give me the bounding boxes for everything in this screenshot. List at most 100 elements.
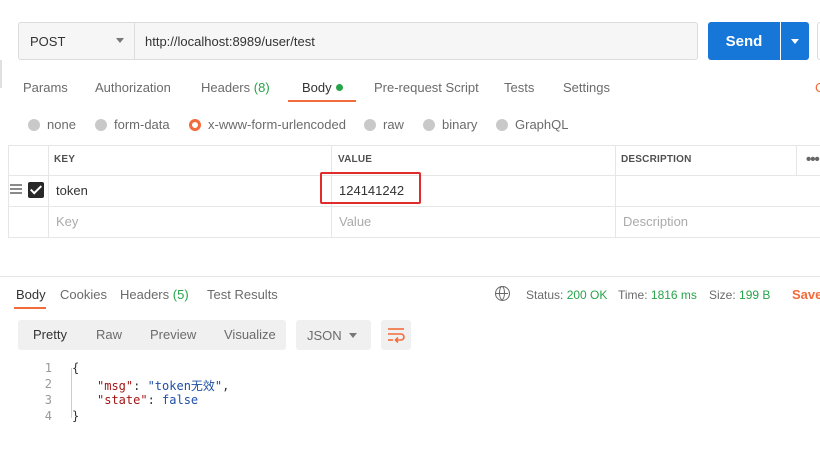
size-value: 199 B: [739, 288, 771, 302]
tab-params[interactable]: Params: [23, 80, 68, 95]
code-close-brace: }: [72, 409, 80, 423]
description-placeholder[interactable]: Description: [623, 214, 688, 229]
view-preview-button[interactable]: Preview: [150, 327, 196, 342]
key-placeholder[interactable]: Key: [56, 214, 78, 229]
value-placeholder[interactable]: Value: [339, 214, 371, 229]
radio-circle-icon: [423, 118, 435, 131]
table-border: [615, 145, 616, 237]
tab-headers[interactable]: Headers (8): [201, 80, 270, 95]
chevron-down-icon: [791, 39, 799, 44]
size-label: Size:: [709, 288, 736, 302]
radio-urlencoded[interactable]: x-www-form-urlencoded: [189, 117, 346, 132]
radio-circle-icon: [496, 118, 508, 131]
divider: [0, 60, 2, 88]
json-key: "msg": [97, 379, 134, 393]
time-readout: Time: 1816 ms: [618, 288, 697, 302]
send-options-button[interactable]: [781, 22, 809, 60]
radio-label: raw: [383, 117, 404, 132]
tab-label: Test Results: [207, 287, 278, 302]
radio-binary[interactable]: binary: [423, 117, 477, 132]
send-button[interactable]: Send: [708, 22, 780, 60]
radio-circle-icon: [364, 118, 376, 131]
more-options-icon[interactable]: •••: [806, 151, 820, 168]
time-value: 1816 ms: [650, 288, 697, 302]
line-number: 4: [44, 409, 52, 423]
checkbox-checked-icon[interactable]: [28, 182, 44, 198]
chevron-down-icon: [116, 38, 124, 43]
save-response-button[interactable]: Save: [792, 287, 820, 302]
time-label: Time:: [618, 288, 648, 302]
active-tab-indicator: [288, 100, 356, 102]
row-key-cell[interactable]: token: [56, 183, 88, 198]
view-raw-button[interactable]: Raw: [96, 327, 122, 342]
method-select[interactable]: POST: [18, 22, 134, 60]
radio-raw[interactable]: raw: [364, 117, 404, 132]
column-header-key: KEY: [54, 154, 76, 165]
radio-circle-icon: [28, 118, 40, 131]
table-border: [8, 145, 820, 146]
tab-body[interactable]: Body: [302, 80, 343, 95]
response-tab-headers[interactable]: Headers (5): [120, 287, 189, 302]
code-line-state: "state": false: [97, 393, 199, 407]
radio-label: GraphQL: [515, 117, 569, 132]
tab-label: Body: [16, 287, 46, 302]
size-readout: Size: 199 B: [709, 288, 770, 302]
method-label: POST: [30, 33, 66, 49]
wrap-lines-icon: [388, 328, 405, 343]
column-header-value: VALUE: [338, 154, 373, 165]
send-label: Send: [725, 32, 763, 50]
tab-label: Authorization: [95, 80, 171, 95]
tab-label: Body: [302, 80, 332, 95]
line-number: 2: [44, 377, 52, 391]
url-value: http://localhost:8989/user/test: [145, 33, 315, 49]
tab-label: Headers: [201, 80, 251, 95]
tab-tests[interactable]: Tests: [504, 80, 534, 95]
radio-graphql[interactable]: GraphQL: [496, 117, 568, 132]
response-tab-cookies[interactable]: Cookies: [60, 287, 107, 302]
active-tab-indicator: [14, 307, 46, 309]
radio-form-data[interactable]: form-data: [95, 117, 170, 132]
json-key: "state": [97, 393, 148, 407]
view-visualize-button[interactable]: Visualize: [224, 327, 276, 342]
tab-label: Settings: [563, 80, 610, 95]
radio-label: none: [47, 117, 76, 132]
format-select[interactable]: JSON: [296, 320, 371, 350]
line-number: 1: [44, 361, 52, 375]
headers-count-badge: (8): [253, 80, 270, 95]
highlight-box: [320, 172, 421, 204]
radio-none[interactable]: none: [28, 117, 76, 132]
status-readout: Status: 200 OK: [526, 288, 607, 302]
drag-handle-icon[interactable]: [10, 184, 22, 196]
status-label: Status:: [526, 288, 564, 302]
response-divider: [0, 276, 820, 277]
table-border: [8, 145, 9, 237]
tab-prerequest-script[interactable]: Pre-request Script: [374, 80, 479, 95]
cookies-link[interactable]: C: [815, 80, 820, 95]
radio-circle-icon: [95, 118, 107, 131]
globe-icon[interactable]: [495, 286, 510, 301]
url-input[interactable]: http://localhost:8989/user/test: [134, 22, 698, 60]
response-tab-body[interactable]: Body: [16, 287, 46, 302]
tab-label: Cookies: [60, 287, 107, 302]
active-dot-icon: [335, 84, 343, 91]
status-value: 200 OK: [566, 288, 608, 302]
tab-label: Params: [23, 80, 68, 95]
chevron-down-icon: [349, 333, 357, 338]
code-open-brace: {: [72, 361, 80, 375]
radio-selected-icon: [189, 118, 201, 131]
tab-settings[interactable]: Settings: [563, 80, 610, 95]
response-tab-test-results[interactable]: Test Results: [207, 287, 278, 302]
radio-label: form-data: [114, 117, 170, 132]
json-value: "token无效": [147, 379, 223, 393]
column-header-description: DESCRIPTION: [621, 154, 692, 165]
tab-label: Tests: [504, 80, 535, 95]
table-border: [48, 145, 49, 237]
radio-label: binary: [442, 117, 478, 132]
view-pretty-button[interactable]: Pretty: [33, 327, 67, 342]
tab-authorization[interactable]: Authorization: [95, 80, 171, 95]
headers-count-badge: (5): [172, 287, 189, 302]
table-border: [8, 237, 820, 238]
table-border: [796, 145, 797, 175]
wrap-lines-button[interactable]: [381, 320, 411, 350]
tab-label: Pre-request Script: [374, 80, 479, 95]
